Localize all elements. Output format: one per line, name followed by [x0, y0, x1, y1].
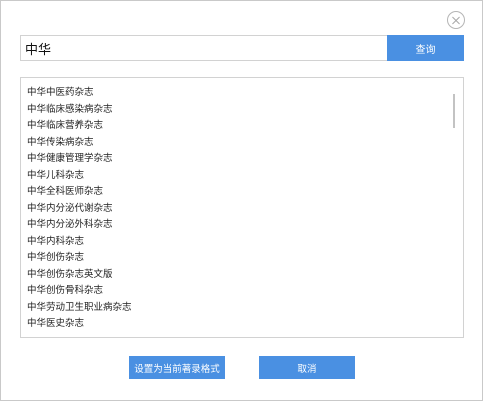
close-icon[interactable] [447, 11, 465, 29]
cancel-button[interactable]: 取消 [259, 356, 355, 379]
results-list: 中华中医药杂志 中华临床感染病杂志 中华临床营养杂志 中华传染病杂志 中华健康管… [27, 85, 132, 333]
list-item[interactable]: 中华传染病杂志 [27, 135, 132, 152]
results-list-panel[interactable]: 中华中医药杂志 中华临床感染病杂志 中华临床营养杂志 中华传染病杂志 中华健康管… [20, 77, 464, 338]
list-item[interactable]: 中华医史杂志 [27, 316, 132, 333]
list-item[interactable]: 中华临床营养杂志 [27, 118, 132, 135]
set-current-format-button[interactable]: 设置为当前著录格式 [129, 356, 225, 379]
list-item[interactable]: 中华健康管理学杂志 [27, 151, 132, 168]
list-item[interactable]: 中华创伤杂志英文版 [27, 267, 132, 284]
journal-search-dialog: 查询 中华中医药杂志 中华临床感染病杂志 中华临床营养杂志 中华传染病杂志 中华… [0, 0, 483, 401]
list-item[interactable]: 中华内分泌外科杂志 [27, 217, 132, 234]
list-item[interactable]: 中华内分泌代谢杂志 [27, 201, 132, 218]
list-item[interactable]: 中华劳动卫生职业病杂志 [27, 300, 132, 317]
list-item[interactable]: 中华儿科杂志 [27, 168, 132, 185]
list-item[interactable]: 中华临床感染病杂志 [27, 102, 132, 119]
list-item[interactable]: 中华中医药杂志 [27, 85, 132, 102]
search-input[interactable] [20, 35, 387, 61]
list-item[interactable]: 中华全科医师杂志 [27, 184, 132, 201]
scrollbar-thumb[interactable] [453, 94, 455, 128]
list-item[interactable]: 中华创伤杂志 [27, 250, 132, 267]
search-button[interactable]: 查询 [387, 35, 464, 61]
list-item[interactable]: 中华内科杂志 [27, 234, 132, 251]
list-item[interactable]: 中华创伤骨科杂志 [27, 283, 132, 300]
